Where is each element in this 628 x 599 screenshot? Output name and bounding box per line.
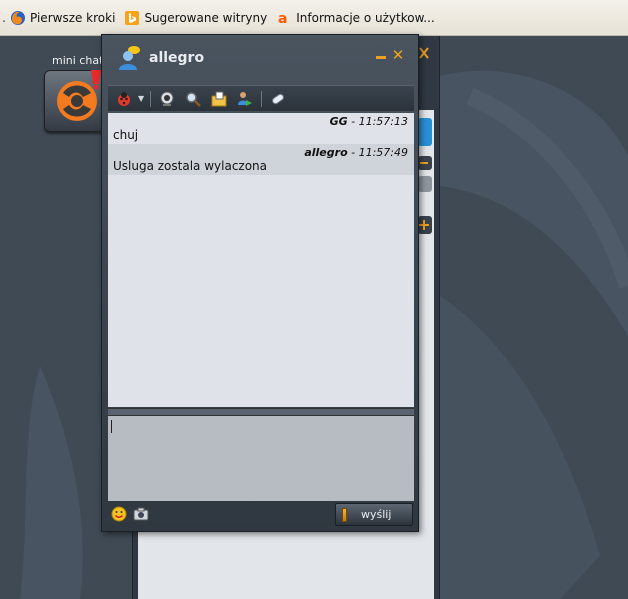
plus-icon: [419, 220, 429, 230]
message-text: chuj: [113, 128, 139, 142]
bookmark-label: Sugerowane witryny: [144, 10, 268, 25]
chat-toolbar: ▼: [108, 85, 414, 111]
chat-title: allegro: [149, 50, 205, 66]
toolbar-separator: [261, 90, 263, 107]
minus-icon: [420, 162, 428, 164]
search-icon: [186, 91, 202, 107]
firefox-icon: [11, 10, 25, 25]
message-sender: GG: [329, 115, 348, 128]
message-header: GG - 11:57:13: [329, 115, 408, 128]
camera-icon[interactable]: [133, 507, 149, 521]
attach-button[interactable]: [268, 89, 288, 109]
message-sender: allegro: [304, 146, 348, 159]
webcam-icon: [160, 91, 174, 106]
close-button[interactable]: ✕: [391, 47, 405, 63]
emoji-icon[interactable]: [111, 506, 127, 522]
webcam-button[interactable]: [157, 89, 177, 109]
allegro-icon: a: [278, 11, 287, 26]
background-window-list-button[interactable]: [418, 176, 432, 192]
status-button[interactable]: [114, 89, 134, 109]
send-file-button[interactable]: [209, 89, 229, 109]
bing-icon: [125, 10, 140, 25]
chat-titlebar[interactable]: allegro ✕: [102, 35, 418, 79]
send-indicator: [342, 507, 347, 522]
bookmark-informacje[interactable]: a Informacje o użytkow...: [273, 10, 435, 26]
chat-window: allegro ✕ ▼ GG - 11:57:13 chuj allegro -…: [101, 34, 419, 532]
contact-user-icon: [119, 46, 140, 70]
bookmarks-toolbar: . Pierwsze kroki Sugerowane witryny a In…: [0, 0, 628, 36]
paperclip-icon: [272, 93, 285, 104]
background-window-blue-button[interactable]: [418, 118, 432, 146]
message-history[interactable]: GG - 11:57:13 chuj allegro - 11:57:49 Us…: [108, 113, 414, 407]
message-header: allegro - 11:57:49: [304, 146, 408, 159]
ladybug-status-icon: [118, 91, 130, 106]
bookmark-sugerowane-witryny[interactable]: Sugerowane witryny: [121, 10, 267, 26]
search-button[interactable]: [183, 89, 203, 109]
message-input[interactable]: [108, 416, 414, 501]
status-dropdown-chevron-icon[interactable]: ▼: [138, 94, 144, 103]
bookmark-label: Informacje o użytkow...: [296, 10, 435, 25]
message-item: allegro - 11:57:49 Usluga zostala wylacz…: [108, 144, 414, 175]
message-time: 11:57:13: [358, 115, 408, 128]
svg-text:a: a: [278, 11, 287, 26]
folder-file-icon: [211, 91, 227, 106]
splitter-handle[interactable]: [108, 408, 414, 416]
user-arrow-icon: [238, 91, 253, 106]
minimize-button[interactable]: [375, 48, 387, 62]
contact-info-button[interactable]: [235, 89, 255, 109]
mini-chat-label: mini chat: [52, 54, 104, 67]
send-button[interactable]: wyślij: [335, 503, 413, 526]
send-label: wyślij: [361, 508, 392, 521]
message-time: 11:57:49: [358, 146, 408, 159]
bookmark-pierwsze-kroki[interactable]: Pierwsze kroki: [7, 10, 115, 26]
message-text: Usluga zostala wylaczona: [113, 159, 268, 173]
text-caret: [111, 420, 112, 433]
toolbar-separator: [150, 90, 152, 107]
message-item: GG - 11:57:13 chuj: [108, 113, 414, 144]
background-close-icon[interactable]: [419, 46, 429, 60]
bookmark-label: Pierwsze kroki: [30, 10, 116, 25]
chat-bottom-bar: wyślij: [108, 501, 414, 529]
